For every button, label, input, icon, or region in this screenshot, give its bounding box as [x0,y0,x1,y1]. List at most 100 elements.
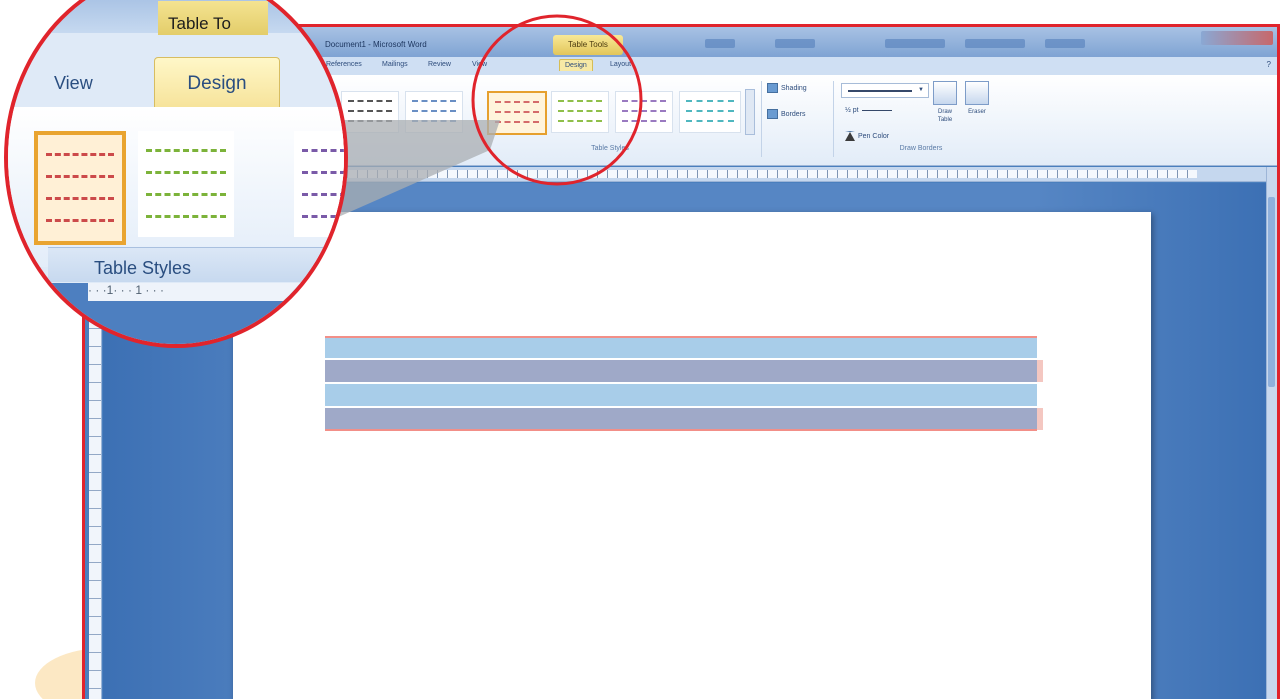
table-style-thumb[interactable] [615,91,673,133]
style-line [46,219,114,222]
title-bar-control [965,39,1025,48]
line-style-dropdown[interactable]: ▼ [841,83,929,98]
style-line [412,110,456,112]
style-line [302,149,344,152]
eraser-icon [965,81,989,105]
style-line [495,101,539,103]
table-cell-edge [1037,360,1043,382]
vertical-scrollbar[interactable] [1266,167,1277,699]
window-title: Document1 - Microsoft Word [325,40,427,49]
style-line [558,100,602,102]
draw-borders-group-label: Draw Borders [899,145,943,152]
style-line [495,111,539,113]
tab-review[interactable]: Review [423,59,456,70]
style-line [558,120,602,122]
style-line [302,193,344,196]
style-line [46,197,114,200]
borders-button[interactable]: Borders [767,109,806,119]
document-page[interactable] [233,212,1151,699]
pen-color-label: Pen Color [858,132,890,140]
style-line [686,120,734,122]
pen-icon [845,131,855,141]
eraser-label: Eraser [968,109,986,115]
line-weight-preview [861,110,892,111]
title-bar-control [705,39,735,48]
shading-label: Shading [781,84,807,92]
table-row[interactable] [325,408,1037,430]
draw-table-icon [933,81,957,105]
style-line [348,120,392,122]
tab-layout[interactable]: Layout [605,59,636,70]
table-row[interactable] [325,384,1037,406]
magnified-group-bar [48,247,344,282]
magnified-table-styles-label: Table Styles [94,258,192,278]
tab-mailings[interactable]: Mailings [377,59,413,70]
table-style-thumb[interactable] [405,91,463,133]
magnified-style-selected [34,131,126,245]
style-line [146,215,226,218]
help-icon[interactable]: ? [1267,60,1271,69]
magnifier-circle: Table To View Design Table Styles · · ·1… [4,0,348,348]
style-line [686,110,734,112]
tab-design[interactable]: Design [559,59,593,71]
table-style-thumb[interactable] [551,91,609,133]
borders-label: Borders [781,110,806,118]
style-line [146,171,226,174]
title-bar-control [1045,39,1085,48]
style-line [348,110,392,112]
magnified-tab-view: View [54,73,93,93]
magnified-style-green [138,131,234,237]
window-controls[interactable] [1201,31,1273,45]
draw-table-label: Draw Table [937,109,953,123]
table-style-thumb[interactable] [679,91,741,133]
style-line [622,110,666,112]
table-cell-edge [1037,408,1043,430]
style-line [558,110,602,112]
ruler-scale [317,170,1197,178]
line-style-preview [848,90,912,92]
magnified-ruler: · · ·1· · · 1 · · · [88,283,344,301]
scrollbar-thumb[interactable] [1268,197,1275,387]
table-top-border [325,336,1037,338]
style-line [348,100,392,102]
group-separator [761,81,762,157]
style-line [46,153,114,156]
style-line [622,100,666,102]
style-line [146,193,226,196]
title-bar-control [775,39,815,48]
shading-icon [767,83,778,93]
style-line [302,215,344,218]
gallery-scroll-button[interactable] [745,89,755,135]
screenshot: Document1 - Microsoft Word Table Tools R… [0,0,1282,699]
magnified-tab-design: Design [154,57,280,108]
style-line [622,120,666,122]
table-style-thumb[interactable] [341,91,399,133]
style-line [412,120,456,122]
table-row[interactable] [325,360,1037,382]
style-line [46,175,114,178]
style-line [412,100,456,102]
draw-table-button[interactable]: Draw Table [931,81,959,124]
borders-icon [767,109,778,119]
line-weight-value: ½ pt [845,107,859,114]
style-line [146,149,226,152]
group-separator [833,81,834,157]
table[interactable] [325,336,1043,431]
table-bottom-border [325,429,1037,431]
style-line [686,100,734,102]
chevron-down-icon: ▼ [918,87,924,93]
title-bar-control [885,39,945,48]
magnified-style-purple [294,131,344,237]
pen-color-button[interactable]: Pen Color [845,131,889,141]
table-styles-group-label: Table Styles [591,145,629,152]
table-tools-contextual-tab[interactable]: Table Tools [553,35,623,55]
eraser-button[interactable]: Eraser [963,81,991,116]
style-line [302,171,344,174]
line-weight-dropdown[interactable]: ½ pt [845,107,892,114]
shading-button[interactable]: Shading [767,83,807,93]
table-style-thumb-selected[interactable] [487,91,547,135]
style-line [495,121,539,123]
tab-view[interactable]: View [467,59,492,70]
magnified-contextual-text: Table To [168,14,232,33]
table-row[interactable] [325,336,1037,358]
